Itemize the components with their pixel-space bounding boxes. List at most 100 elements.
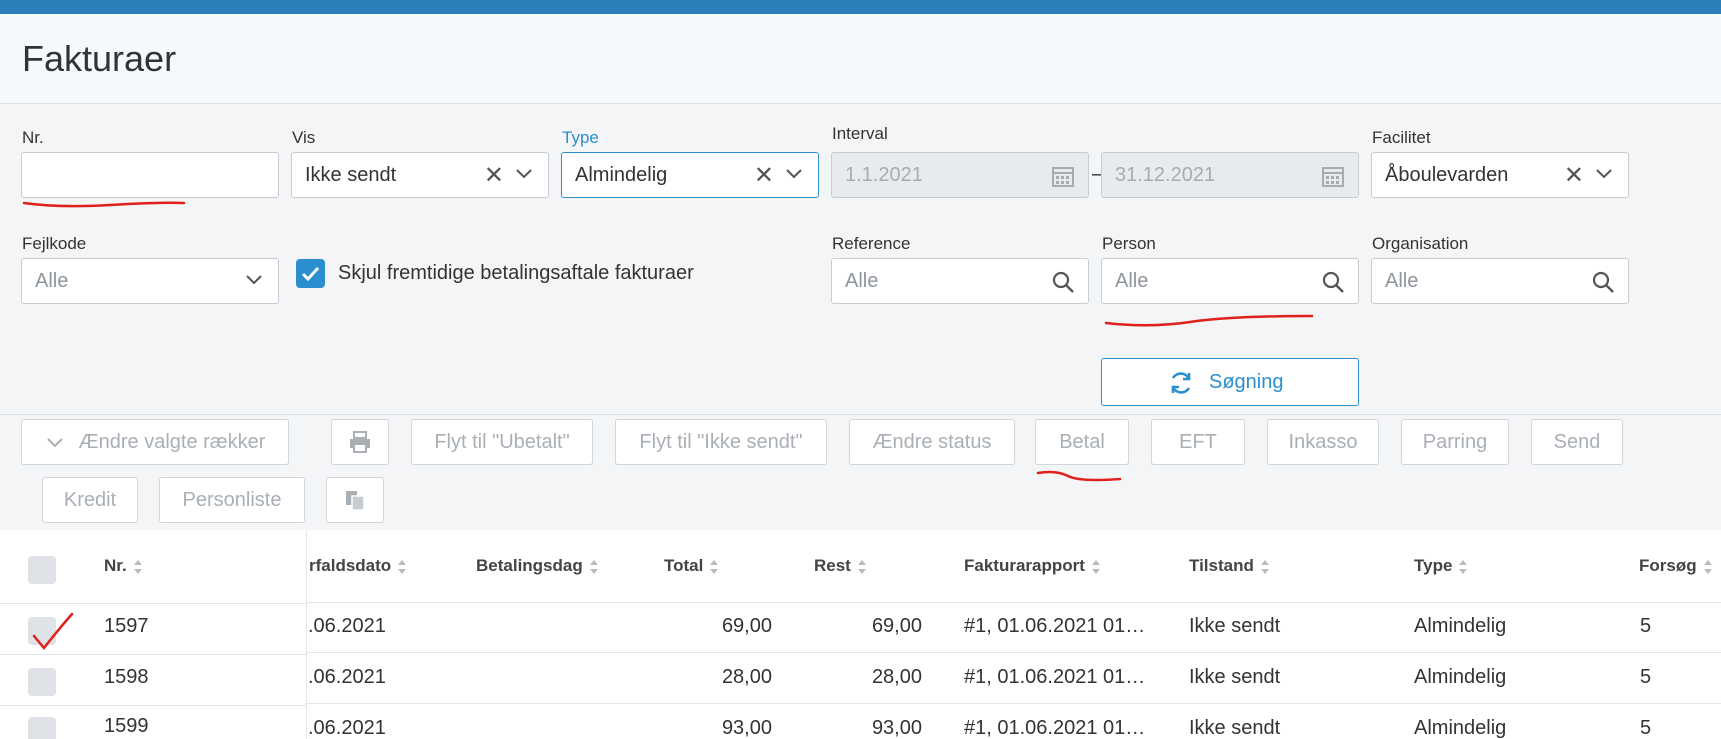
col-rest[interactable]: Rest xyxy=(814,556,867,576)
col-nr[interactable]: Nr. xyxy=(104,556,143,576)
select-all-checkbox[interactable] xyxy=(28,556,56,584)
interval-to-input[interactable]: 31.12.2021 xyxy=(1101,152,1359,198)
person-list-button[interactable]: Personliste xyxy=(159,477,305,523)
row-checkbox[interactable] xyxy=(28,717,56,739)
search-icon[interactable] xyxy=(1320,269,1346,295)
person-label: Person xyxy=(1102,234,1156,253)
cell-rest: 69,00 xyxy=(871,615,922,637)
chevron-down-icon[interactable] xyxy=(514,161,534,185)
change-status-label: Ændre status xyxy=(872,430,992,453)
hide-future-label[interactable]: Skjul fremtidige betalingsaftale faktura… xyxy=(338,262,694,285)
reference-input[interactable]: Alle xyxy=(831,258,1089,304)
clear-icon[interactable]: ✕ xyxy=(484,161,504,190)
fejlkode-placeholder: Alle xyxy=(35,270,69,292)
chevron-down-icon[interactable] xyxy=(1594,161,1614,185)
cell-attempts: 5 xyxy=(1640,615,1652,637)
col-due-date[interactable]: rfaldsdato xyxy=(309,556,407,576)
col-attempts-label: Forsøg xyxy=(1639,556,1697,575)
cell-rest: 93,00 xyxy=(871,717,922,739)
pay-button[interactable]: Betal xyxy=(1035,419,1129,465)
cell-report[interactable]: #1, 01.06.2021 01… xyxy=(964,666,1145,689)
interval-from-value: 1.1.2021 xyxy=(845,164,923,186)
frozen-divider xyxy=(0,705,307,706)
search-button[interactable]: Søgning xyxy=(1101,358,1359,406)
collection-label: Inkasso xyxy=(1288,430,1358,453)
col-state-label: Tilstand xyxy=(1189,556,1254,575)
frozen-divider xyxy=(0,654,307,655)
organisation-label: Organisation xyxy=(1372,234,1469,253)
nr-input[interactable] xyxy=(21,152,279,198)
col-total[interactable]: Total xyxy=(664,556,719,576)
interval-label: Interval xyxy=(832,124,888,143)
chevron-down-icon[interactable] xyxy=(784,161,804,185)
move-not-sent-button[interactable]: Flyt til "Ikke sendt" xyxy=(615,419,827,465)
type-select-value: Almindelig xyxy=(575,164,668,186)
sort-icon xyxy=(1703,559,1712,574)
search-icon[interactable] xyxy=(1050,269,1076,295)
change-status-button[interactable]: Ændre status xyxy=(849,419,1015,465)
credit-button[interactable]: Kredit xyxy=(42,477,138,523)
type-select[interactable]: Almindelig ✕ xyxy=(561,152,819,198)
eft-label: EFT xyxy=(1179,430,1217,453)
cell-report[interactable]: #1, 01.06.2021 01… xyxy=(964,717,1145,739)
change-rows-button[interactable]: Ændre valgte rækker xyxy=(21,419,289,465)
collection-button[interactable]: Inkasso xyxy=(1267,419,1379,465)
page-title: Fakturaer xyxy=(22,38,177,79)
cell-report[interactable]: #1, 01.06.2021 01… xyxy=(964,615,1145,638)
facilitet-select-value: Åboulevarden xyxy=(1385,164,1509,186)
refresh-icon xyxy=(1171,372,1191,394)
top-bar xyxy=(0,0,1721,14)
hide-future-checkbox[interactable] xyxy=(296,259,325,288)
cell-nr: 1597 xyxy=(104,615,149,637)
facilitet-select[interactable]: Åboulevarden ✕ xyxy=(1371,152,1629,198)
row-checkbox[interactable] xyxy=(28,617,56,645)
col-payment-day[interactable]: Betalingsdag xyxy=(476,556,599,576)
calendar-icon[interactable] xyxy=(1320,163,1346,189)
checkmark-icon xyxy=(301,266,320,282)
search-icon[interactable] xyxy=(1590,269,1616,295)
sort-icon xyxy=(1091,559,1100,574)
copy-button[interactable] xyxy=(326,477,384,523)
send-label: Send xyxy=(1553,430,1601,453)
col-rest-label: Rest xyxy=(814,556,851,575)
cell-type: Almindelig xyxy=(1414,615,1507,637)
sort-icon xyxy=(133,559,142,574)
interval-from-input[interactable]: 1.1.2021 xyxy=(831,152,1089,198)
vis-select[interactable]: Ikke sendt ✕ xyxy=(291,152,549,198)
fejlkode-select[interactable]: Alle xyxy=(21,258,279,304)
cell-type: Almindelig xyxy=(1414,717,1507,739)
frozen-columns: Nr. 1597 1598 1599 xyxy=(0,530,307,739)
change-rows-label: Ændre valgte rækker xyxy=(78,430,266,453)
clear-icon[interactable]: ✕ xyxy=(1564,161,1584,190)
col-attempts[interactable]: Forsøg xyxy=(1639,556,1713,576)
cell-state: Ikke sendt xyxy=(1189,666,1281,688)
person-input[interactable]: Alle xyxy=(1101,258,1359,304)
move-unpaid-label: Flyt til "Ubetalt" xyxy=(434,430,570,453)
chevron-down-icon xyxy=(46,438,63,448)
col-report-label: Fakturarapport xyxy=(964,556,1085,575)
chevron-down-icon[interactable] xyxy=(244,267,264,291)
organisation-input[interactable]: Alle xyxy=(1371,258,1629,304)
cell-nr: 1598 xyxy=(104,666,149,688)
row-checkbox[interactable] xyxy=(28,668,56,696)
cell-rest: 28,00 xyxy=(871,666,922,688)
clear-icon[interactable]: ✕ xyxy=(754,161,774,190)
col-state[interactable]: Tilstand xyxy=(1189,556,1270,576)
move-not-sent-label: Flyt til "Ikke sendt" xyxy=(639,430,803,453)
col-type[interactable]: Type xyxy=(1414,556,1468,576)
fejlkode-label: Fejlkode xyxy=(22,234,87,253)
cell-attempts: 5 xyxy=(1640,717,1652,739)
vis-select-value: Ikke sendt xyxy=(305,164,397,186)
cell-type: Almindelig xyxy=(1414,666,1507,688)
col-report[interactable]: Fakturarapport xyxy=(964,556,1101,576)
col-type-label: Type xyxy=(1414,556,1453,575)
pairing-button[interactable]: Parring xyxy=(1401,419,1509,465)
move-unpaid-button[interactable]: Flyt til "Ubetalt" xyxy=(411,419,593,465)
send-button[interactable]: Send xyxy=(1531,419,1623,465)
search-button-label: Søgning xyxy=(1209,371,1284,393)
eft-button[interactable]: EFT xyxy=(1151,419,1245,465)
interval-to-value: 31.12.2021 xyxy=(1115,164,1216,186)
print-button[interactable] xyxy=(331,419,389,465)
sort-icon xyxy=(398,559,407,574)
calendar-icon[interactable] xyxy=(1050,163,1076,189)
